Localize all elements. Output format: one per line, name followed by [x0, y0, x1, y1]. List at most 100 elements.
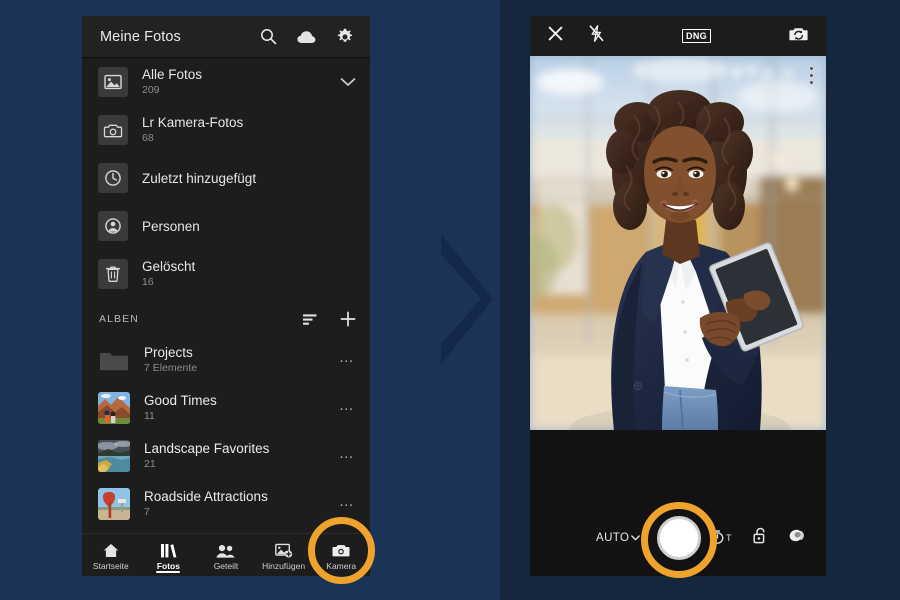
tab-startseite[interactable]: Startseite	[82, 534, 140, 576]
trash-icon	[98, 259, 128, 289]
library-icon	[160, 542, 177, 558]
person-icon	[98, 211, 128, 241]
album-name: Projects	[144, 345, 193, 360]
switch-camera-icon[interactable]	[789, 26, 808, 47]
preset-icon	[788, 529, 806, 547]
folder-icon	[98, 344, 130, 376]
tab-geteilt[interactable]: Geteilt	[197, 534, 255, 576]
category-row-alle-fotos[interactable]: Alle Fotos 209	[82, 58, 370, 106]
exposure-lock-button[interactable]	[752, 527, 768, 549]
shutter-button[interactable]	[657, 516, 701, 560]
close-icon[interactable]	[548, 26, 563, 46]
tab-active-indicator	[156, 571, 181, 573]
camera-control-area: AUTO T	[530, 430, 826, 576]
people-icon	[216, 542, 236, 558]
sort-icon[interactable]	[301, 311, 318, 328]
category-text: Lr Kamera-Fotos 68	[142, 115, 356, 145]
timer-label: T	[726, 533, 732, 543]
tab-label: Kamera	[326, 560, 357, 571]
library-header: Meine Fotos	[82, 16, 370, 58]
tab-label: Startseite	[92, 560, 129, 571]
album-count: 11	[144, 410, 155, 422]
tab-kamera[interactable]: Kamera	[312, 534, 370, 576]
lock-open-icon	[752, 527, 768, 548]
album-row-landscape-favorites[interactable]: Landscape Favorites 21 …	[82, 432, 370, 480]
albums-section-header: ALBEN	[82, 302, 370, 336]
tab-hinzufuegen[interactable]: Hinzufügen	[255, 534, 313, 576]
category-text: Zuletzt hinzugefügt	[142, 171, 356, 186]
album-thumbnail	[98, 392, 130, 424]
category-name: Lr Kamera-Fotos	[142, 115, 244, 130]
tab-fotos[interactable]: Fotos	[140, 534, 198, 576]
category-row-personen[interactable]: Personen	[82, 202, 370, 250]
album-count: 7 Elemente	[144, 362, 198, 374]
tab-label: Hinzufügen	[262, 560, 306, 571]
album-name: Good Times	[144, 393, 217, 408]
gear-icon[interactable]	[335, 27, 354, 46]
page-title: Meine Fotos	[100, 28, 181, 45]
album-text: Good Times 11	[144, 393, 336, 423]
tab-label: Fotos	[156, 560, 180, 571]
clock-icon	[98, 163, 128, 193]
album-row-good-times[interactable]: Good Times 11 …	[82, 384, 370, 432]
camera-mode-selector[interactable]: AUTO	[596, 532, 641, 544]
camera-top-bar: DNG	[530, 16, 826, 56]
camera-top-right-actions	[789, 26, 808, 47]
camera-format-badge-wrap: DNG	[604, 29, 789, 43]
tab-label: Geteilt	[213, 560, 239, 571]
more-vertical-icon[interactable]	[809, 66, 814, 85]
album-text: Projects 7 Elemente	[144, 345, 336, 375]
chevron-down-icon[interactable]	[340, 77, 356, 87]
camera-phone-mockup: DNG AUTO T	[530, 16, 826, 576]
camera-mode-label: AUTO	[596, 532, 630, 544]
screenshot-stage: Meine Fotos Alle Fotos 209 Lr Kamera-Fot…	[0, 0, 900, 600]
album-row-roadside-attractions[interactable]: Roadside Attractions 7 …	[82, 480, 370, 528]
timer-control[interactable]: T	[711, 530, 732, 546]
category-row-geloescht[interactable]: Gelöscht 16	[82, 250, 370, 298]
bottom-tab-bar: Startseite Fotos Geteilt Hinzufügen Kame…	[82, 533, 370, 576]
album-overflow-icon[interactable]: …	[336, 446, 358, 467]
preset-button[interactable]	[788, 529, 806, 548]
category-count: 209	[142, 84, 160, 96]
album-overflow-icon[interactable]: …	[336, 494, 358, 515]
flow-arrow-icon	[441, 234, 493, 364]
albums-section-actions	[301, 311, 356, 328]
category-name: Alle Fotos	[142, 67, 203, 82]
format-badge[interactable]: DNG	[682, 29, 711, 43]
add-icon[interactable]	[339, 311, 356, 328]
album-text: Landscape Favorites 21	[144, 441, 336, 471]
album-overflow-icon[interactable]: …	[336, 398, 358, 419]
add-photo-icon	[274, 542, 293, 558]
camera-icon	[332, 542, 350, 558]
category-row-lr-kamera-fotos[interactable]: Lr Kamera-Fotos 68	[82, 106, 370, 154]
category-row-zuletzt-hinzugefuegt[interactable]: Zuletzt hinzugefügt	[82, 154, 370, 202]
timer-icon	[711, 530, 724, 546]
camera-top-left-actions	[548, 25, 604, 47]
album-row-projects[interactable]: Projects 7 Elemente …	[82, 336, 370, 384]
category-name: Gelöscht	[142, 259, 196, 274]
category-text: Gelöscht 16	[142, 259, 356, 289]
album-overflow-icon[interactable]: …	[336, 350, 358, 371]
camera-controls: AUTO T	[530, 514, 826, 562]
photo-icon	[98, 67, 128, 97]
header-actions	[259, 27, 354, 46]
home-icon	[103, 542, 119, 558]
library-phone-mockup: Meine Fotos Alle Fotos 209 Lr Kamera-Fot…	[82, 16, 370, 576]
album-thumbnail	[98, 488, 130, 520]
album-text: Roadside Attractions 7	[144, 489, 336, 519]
category-name: Zuletzt hinzugefügt	[142, 170, 257, 186]
category-count: 16	[142, 276, 154, 288]
flash-off-icon[interactable]	[589, 25, 604, 47]
camera-viewfinder[interactable]	[530, 56, 826, 430]
camera-icon	[98, 115, 128, 145]
library-list: Alle Fotos 209 Lr Kamera-Fotos 68 Zuletz…	[82, 58, 370, 534]
category-text: Alle Fotos 209	[142, 67, 340, 97]
category-count: 68	[142, 132, 154, 144]
viewfinder-photo	[530, 56, 826, 430]
album-name: Landscape Favorites	[144, 441, 270, 456]
cloud-icon[interactable]	[297, 27, 316, 46]
album-name: Roadside Attractions	[144, 489, 268, 504]
album-count: 7	[144, 506, 150, 518]
albums-section-label: ALBEN	[99, 313, 139, 325]
search-icon[interactable]	[259, 27, 278, 46]
